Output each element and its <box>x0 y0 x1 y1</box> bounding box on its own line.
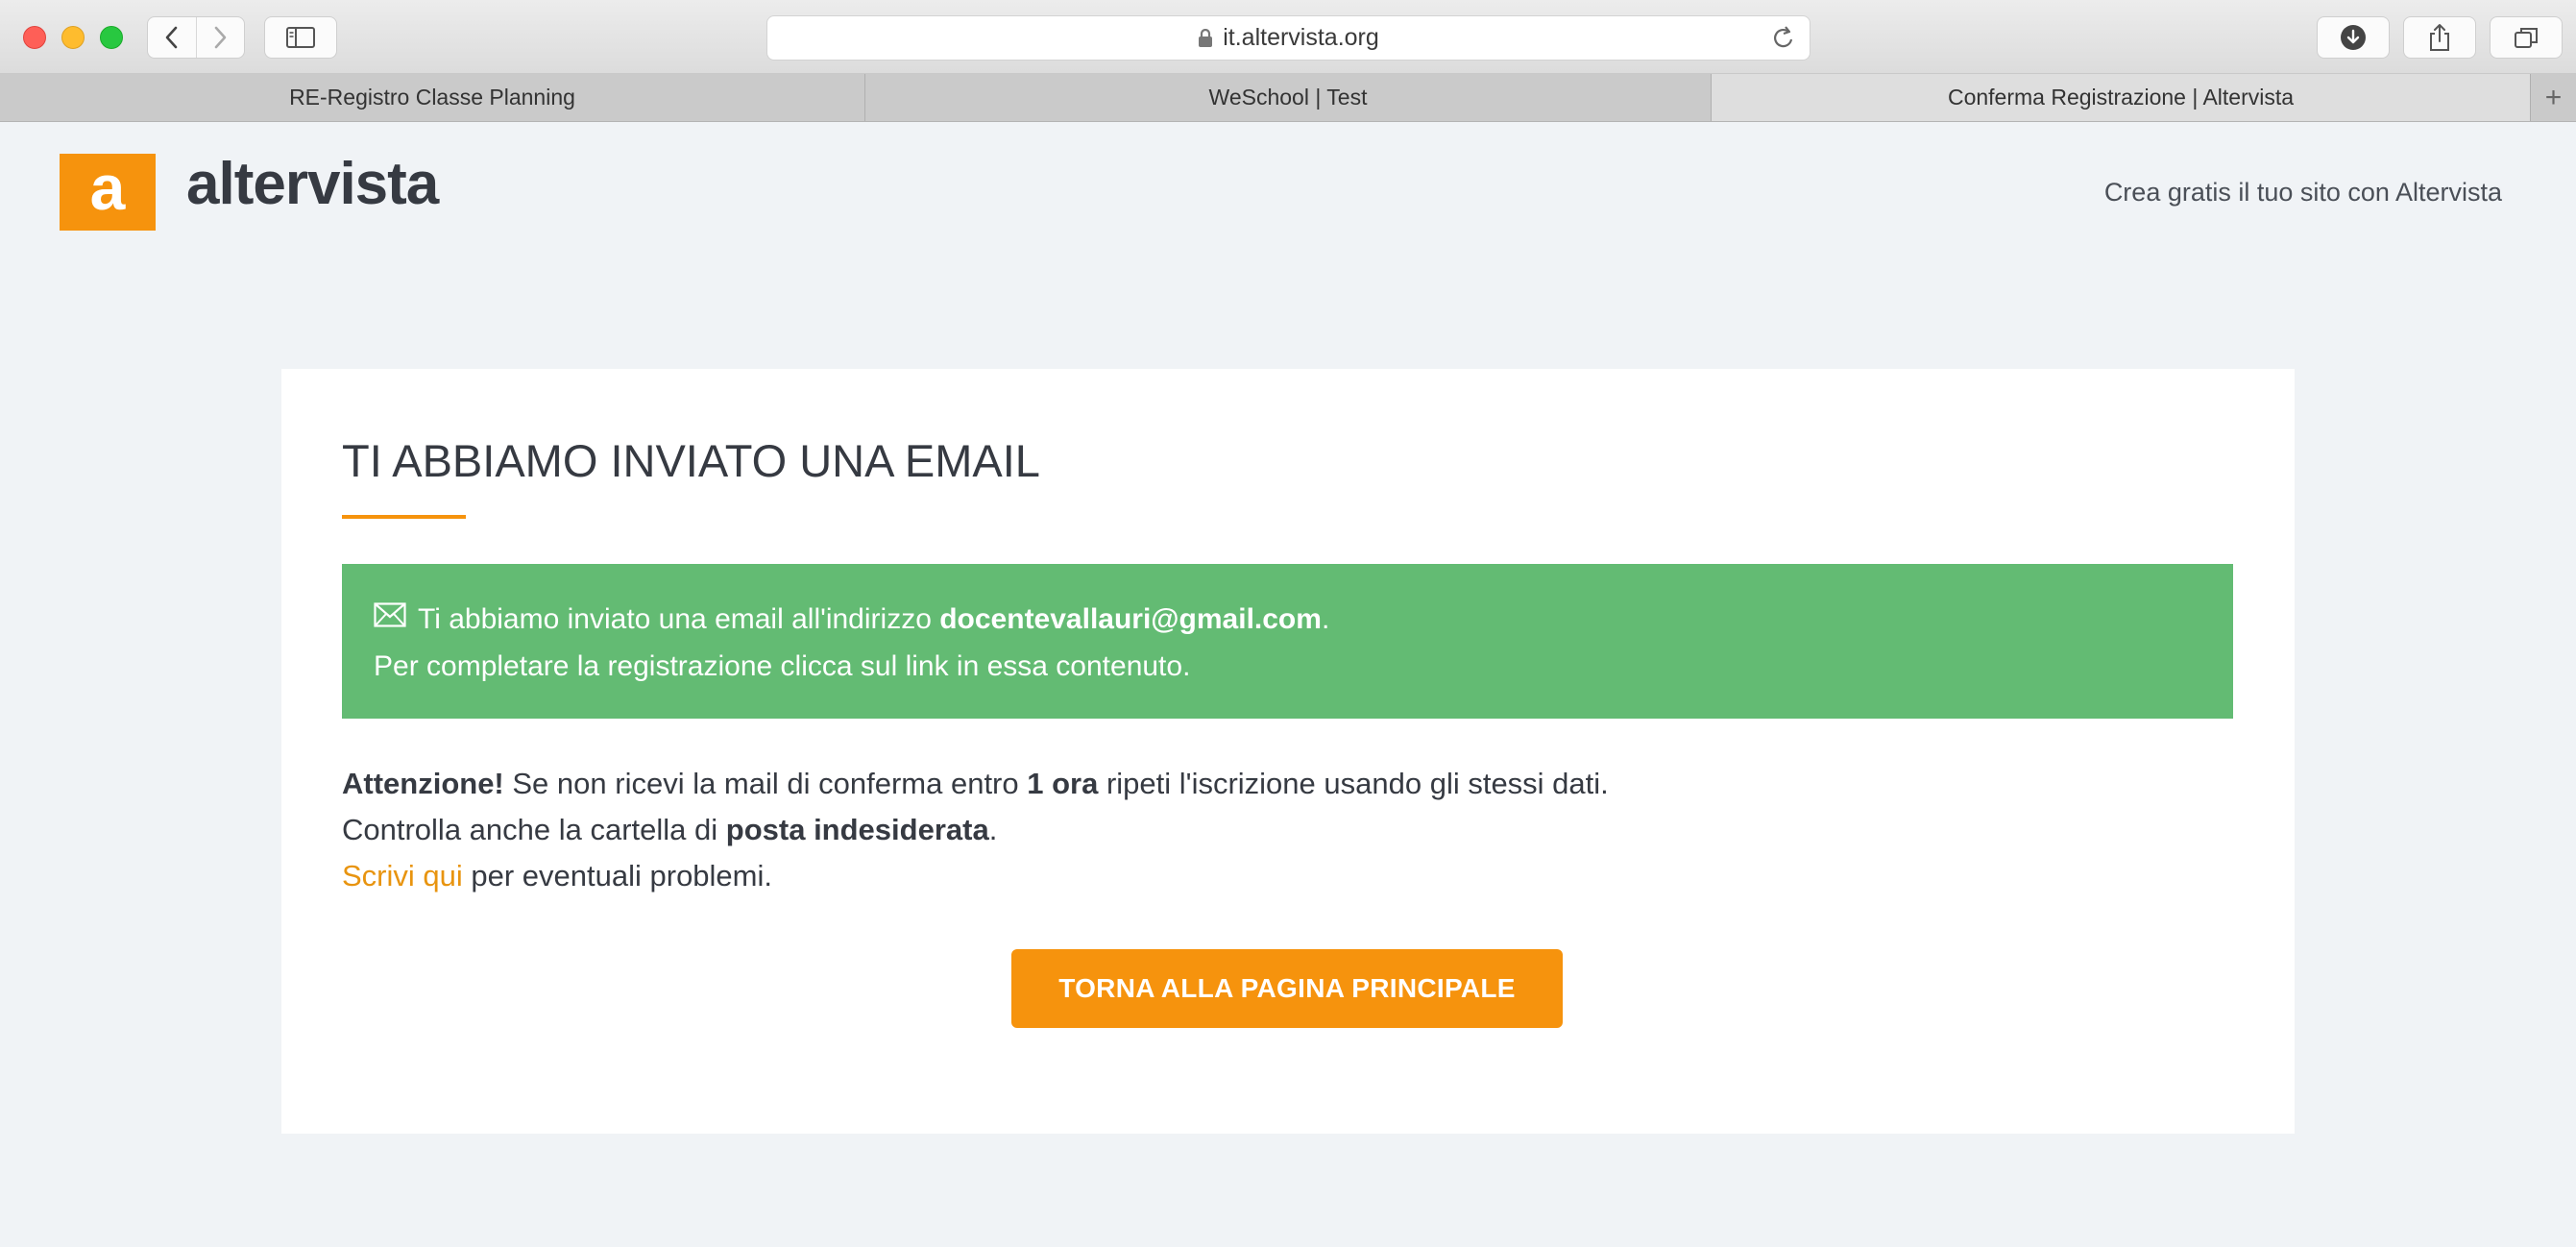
downloads-button[interactable] <box>2317 16 2390 59</box>
lock-icon <box>1198 28 1213 48</box>
tab-registro[interactable]: RE-Registro Classe Planning <box>0 74 865 121</box>
warning-text-b: ripeti l'iscrizione usando gli stessi da… <box>1098 767 1609 800</box>
download-icon <box>2341 25 2366 50</box>
spam-folder-label: posta indesiderata <box>725 813 989 846</box>
close-window-button[interactable] <box>23 26 46 49</box>
new-tab-button[interactable]: + <box>2531 74 2576 121</box>
chevron-left-icon <box>165 26 178 49</box>
contact-text: per eventuali problemi. <box>462 859 772 892</box>
back-to-home-button[interactable]: TORNA ALLA PAGINA PRINCIPALE <box>1011 949 1563 1028</box>
chevron-right-icon <box>214 26 227 49</box>
alert-text-prefix: Ti abbiamo inviato una email all'indiriz… <box>418 603 940 635</box>
sidebar-toggle-button[interactable] <box>264 16 337 59</box>
spam-text-a: Controlla anche la cartella di <box>342 813 726 846</box>
minimize-window-button[interactable] <box>61 26 85 49</box>
forward-button[interactable] <box>195 17 245 58</box>
tab-bar: RE-Registro Classe Planning WeSchool | T… <box>0 74 2576 122</box>
create-site-link[interactable]: Crea gratis il tuo sito con Altervista <box>2104 178 2502 208</box>
address-bar[interactable]: it.altervista.org <box>766 15 1810 61</box>
altervista-logo-text[interactable]: altervista <box>186 150 439 218</box>
alert-text-suffix: . <box>1321 603 1330 635</box>
title-underline <box>342 515 466 519</box>
tab-conferma-registrazione[interactable]: Conferma Registrazione | Altervista <box>1712 74 2531 121</box>
warning-text-a: Se non ricevi la mail di conferma entro <box>503 767 1028 800</box>
envelope-icon <box>374 596 406 642</box>
sidebar-icon <box>286 27 315 48</box>
tab-weschool[interactable]: WeSchool | Test <box>865 74 1712 121</box>
share-button[interactable] <box>2403 16 2476 59</box>
back-button[interactable] <box>148 17 196 58</box>
share-icon <box>2430 24 2449 51</box>
alert-instruction: Per completare la registrazione clicca s… <box>374 650 1191 683</box>
warning-label: Attenzione! <box>342 767 504 800</box>
tab-overview-button[interactable] <box>2490 16 2563 59</box>
page-title: TI ABBIAMO INVIATO UNA EMAIL <box>342 435 1040 486</box>
zoom-window-button[interactable] <box>100 26 123 49</box>
alert-email: docentevallauri@gmail.com <box>939 603 1322 635</box>
confirmation-card: TI ABBIAMO INVIATO UNA EMAIL Ti abbiamo … <box>281 369 2295 1134</box>
navigation-buttons <box>147 16 245 59</box>
warning-time: 1 ora <box>1027 767 1099 800</box>
altervista-logo-mark[interactable]: a <box>60 154 156 231</box>
url-text: it.altervista.org <box>1223 24 1379 51</box>
tabs-icon <box>2515 28 2538 48</box>
warning-info: Attenzione! Se non ricevi la mail di con… <box>342 761 1609 899</box>
reload-icon[interactable] <box>1771 25 1796 59</box>
spam-text-b: . <box>988 813 998 846</box>
success-alert: Ti abbiamo inviato una email all'indiriz… <box>342 564 2233 719</box>
browser-toolbar: it.altervista.org <box>0 0 2576 74</box>
contact-link[interactable]: Scrivi qui <box>342 859 463 892</box>
